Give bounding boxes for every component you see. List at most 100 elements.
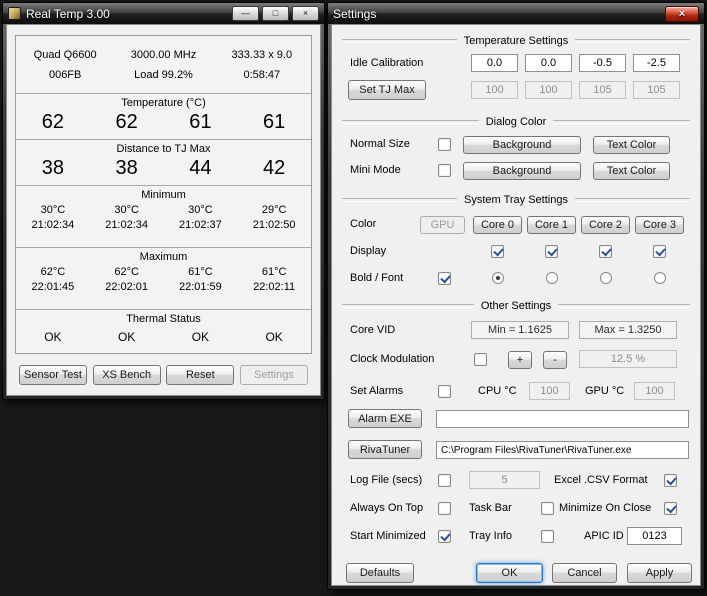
close-button[interactable]: × bbox=[665, 6, 699, 22]
idle-calibration-input-1[interactable]: 0.0 bbox=[525, 54, 572, 72]
rivatuner-button[interactable]: RivaTuner bbox=[348, 440, 422, 459]
core0-color-button[interactable]: Core 0 bbox=[473, 216, 522, 234]
dialog-color-caption: Dialog Color bbox=[342, 114, 690, 129]
idle-calibration-row: Idle Calibration 0.0 0.0 -0.5 -2.5 bbox=[332, 52, 700, 76]
settings-titlebar[interactable]: Settings × bbox=[328, 3, 704, 24]
idle-calibration-label: Idle Calibration bbox=[350, 52, 423, 74]
font-core2-radio[interactable] bbox=[600, 272, 612, 284]
core1-color-button[interactable]: Core 1 bbox=[527, 216, 576, 234]
normal-size-row: Normal Size Background Text Color bbox=[332, 133, 700, 157]
mini-mode-checkbox[interactable] bbox=[438, 164, 451, 177]
task-bar-checkbox[interactable] bbox=[541, 502, 554, 515]
min-time-1: 21:02:34 bbox=[90, 219, 164, 231]
alarm-exe-path-field[interactable] bbox=[436, 410, 689, 428]
core-vid-label: Core VID bbox=[350, 319, 395, 341]
log-interval-value: 5 bbox=[469, 471, 540, 489]
clock-modulation-checkbox[interactable] bbox=[474, 353, 487, 366]
log-file-checkbox[interactable] bbox=[438, 474, 451, 487]
rivatuner-path-field[interactable]: C:\Program Files\RivaTuner\RivaTuner.exe bbox=[436, 441, 689, 459]
log-file-row: Log File (secs) 5 Excel .CSV Format bbox=[332, 469, 700, 493]
idle-calibration-input-3[interactable]: -2.5 bbox=[633, 54, 680, 72]
display-core3-checkbox[interactable] bbox=[653, 245, 666, 258]
xs-bench-button[interactable]: XS Bench bbox=[93, 365, 161, 385]
core-vid-row: Core VID Min = 1.1625 Max = 1.3250 bbox=[332, 319, 700, 343]
minimum-title: Minimum bbox=[16, 186, 311, 201]
settings-footer-row: Defaults OK Cancel Apply bbox=[332, 563, 700, 587]
clock-modulation-label: Clock Modulation bbox=[350, 348, 434, 370]
minimum-section: Minimum 30°C 30°C 30°C 29°C 21:02:34 21:… bbox=[16, 185, 311, 247]
maximum-title: Maximum bbox=[16, 248, 311, 263]
minimize-button[interactable]: — bbox=[232, 6, 259, 21]
mini-background-button[interactable]: Background bbox=[463, 162, 581, 180]
cpu-load: Load 99.2% bbox=[114, 69, 212, 81]
normal-background-button[interactable]: Background bbox=[463, 136, 581, 154]
tray-display-row: Display bbox=[332, 240, 700, 264]
idle-calibration-input-2[interactable]: -0.5 bbox=[579, 54, 626, 72]
mini-mode-row: Mini Mode Background Text Color bbox=[332, 159, 700, 183]
display-core1-checkbox[interactable] bbox=[545, 245, 558, 258]
minimize-on-close-label: Minimize On Close bbox=[559, 497, 651, 519]
font-core1-radio[interactable] bbox=[546, 272, 558, 284]
tray-color-row: Color GPU Core 0 Core 1 Core 2 Core 3 bbox=[332, 213, 700, 237]
tray-info-checkbox[interactable] bbox=[541, 530, 554, 543]
realtemp-button-row: Sensor Test XS Bench Reset Settings bbox=[19, 365, 308, 385]
set-alarms-checkbox[interactable] bbox=[438, 385, 451, 398]
clock-modulation-value: 12.5 % bbox=[579, 350, 677, 368]
max-temp-3: 61°C bbox=[237, 266, 311, 278]
defaults-button[interactable]: Defaults bbox=[346, 563, 414, 583]
max-temp-0: 62°C bbox=[16, 266, 90, 278]
start-minimized-checkbox[interactable] bbox=[438, 530, 451, 543]
thermal-status-title: Thermal Status bbox=[16, 310, 311, 325]
bold-font-label: Bold / Font bbox=[350, 267, 403, 289]
ok-button[interactable]: OK bbox=[476, 563, 543, 583]
close-button[interactable]: × bbox=[292, 6, 319, 21]
max-time-0: 22:01:45 bbox=[16, 281, 90, 293]
normal-text-color-button[interactable]: Text Color bbox=[593, 136, 670, 154]
idle-calibration-input-0[interactable]: 0.0 bbox=[471, 54, 518, 72]
csv-format-label: Excel .CSV Format bbox=[554, 469, 648, 491]
font-core3-radio[interactable] bbox=[654, 272, 666, 284]
cpu-speed: 3000.00 MHz bbox=[114, 49, 212, 61]
minimize-on-close-checkbox[interactable] bbox=[664, 502, 677, 515]
core2-temp: 61 bbox=[164, 111, 238, 134]
clock-plus-button[interactable]: + bbox=[508, 351, 532, 369]
cancel-button[interactable]: Cancel bbox=[552, 563, 617, 583]
settings-client: Temperature Settings Idle Calibration 0.… bbox=[331, 24, 701, 586]
core2-color-button[interactable]: Core 2 bbox=[581, 216, 630, 234]
reset-button[interactable]: Reset bbox=[166, 365, 234, 385]
start-minimized-label: Start Minimized bbox=[350, 525, 426, 547]
mini-text-color-button[interactable]: Text Color bbox=[593, 162, 670, 180]
alarm-exe-button[interactable]: Alarm EXE bbox=[348, 409, 422, 428]
display-core2-checkbox[interactable] bbox=[599, 245, 612, 258]
csv-format-checkbox[interactable] bbox=[664, 474, 677, 487]
tray-display-label: Display bbox=[350, 240, 386, 262]
normal-size-checkbox[interactable] bbox=[438, 138, 451, 151]
set-tj-max-button[interactable]: Set TJ Max bbox=[348, 80, 426, 100]
thermal-status-0: OK bbox=[16, 330, 90, 344]
core3-color-button[interactable]: Core 3 bbox=[635, 216, 684, 234]
font-core0-radio[interactable] bbox=[492, 272, 504, 284]
sensor-test-button[interactable]: Sensor Test bbox=[19, 365, 87, 385]
realtemp-titlebar[interactable]: Real Temp 3.00 — □ × bbox=[3, 3, 324, 24]
tj-max-value-2: 105 bbox=[579, 81, 626, 99]
rivatuner-row: RivaTuner C:\Program Files\RivaTuner\Riv… bbox=[332, 438, 700, 462]
max-temp-1: 62°C bbox=[90, 266, 164, 278]
display-core0-checkbox[interactable] bbox=[491, 245, 504, 258]
temperature-section: Temperature (°C) 62 62 61 61 bbox=[16, 93, 311, 139]
tray-color-label: Color bbox=[350, 213, 376, 235]
realtemp-client: Quad Q6600 3000.00 MHz 333.33 x 9.0 006F… bbox=[6, 24, 321, 396]
always-on-top-label: Always On Top bbox=[350, 497, 423, 519]
maximize-button[interactable]: □ bbox=[262, 6, 289, 21]
apply-button[interactable]: Apply bbox=[627, 563, 692, 583]
apic-id-field[interactable]: 0123 bbox=[627, 527, 682, 545]
always-on-top-checkbox[interactable] bbox=[438, 502, 451, 515]
bold-font-checkbox[interactable] bbox=[438, 272, 451, 285]
max-temp-2: 61°C bbox=[164, 266, 238, 278]
maximum-section: Maximum 62°C 62°C 61°C 61°C 22:01:45 22:… bbox=[16, 247, 311, 309]
set-alarms-label: Set Alarms bbox=[350, 380, 403, 402]
core1-distance: 38 bbox=[90, 157, 164, 180]
distance-section: Distance to TJ Max 38 38 44 42 bbox=[16, 139, 311, 185]
normal-size-label: Normal Size bbox=[350, 133, 410, 155]
clock-minus-button[interactable]: - bbox=[543, 351, 567, 369]
core-vid-max: Max = 1.3250 bbox=[579, 321, 677, 339]
